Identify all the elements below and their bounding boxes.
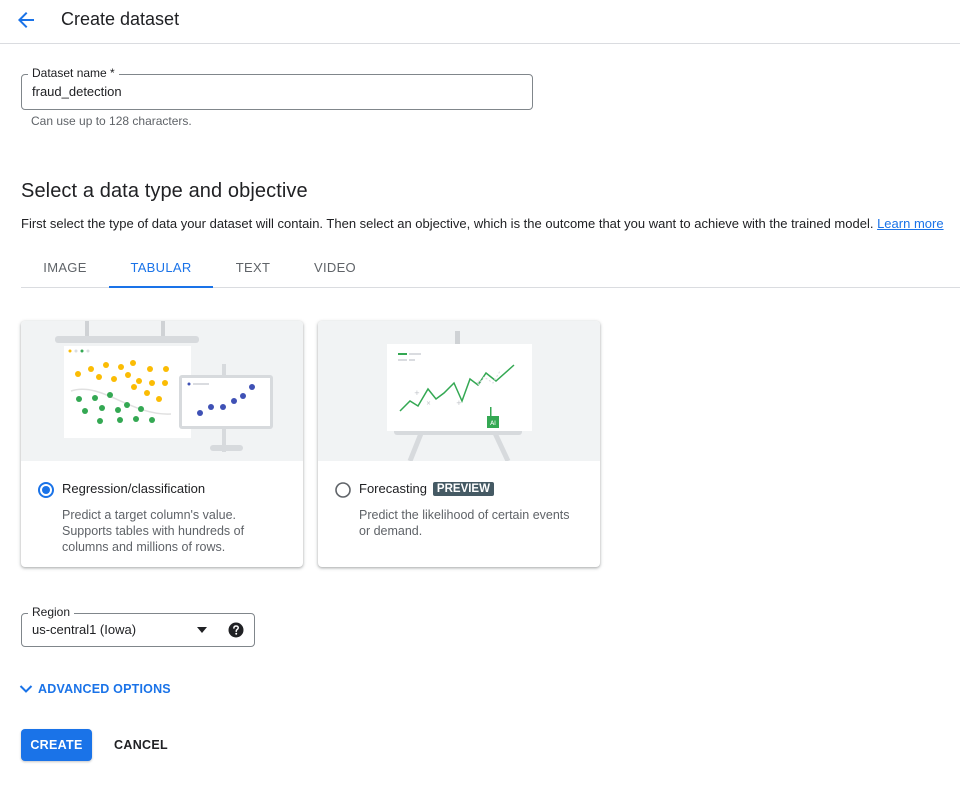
regression-illustration — [21, 321, 303, 461]
chevron-down-icon — [19, 685, 33, 693]
radio-unselected-icon[interactable] — [335, 482, 351, 498]
data-type-tabs: IMAGE TABULAR TEXT VIDEO — [21, 256, 960, 288]
svg-text:AI: AI — [490, 420, 496, 427]
region-label: Region — [28, 605, 75, 619]
tab-tabular[interactable]: TABULAR — [109, 256, 213, 288]
svg-text:+: + — [414, 389, 420, 397]
forecasting-title: Forecasting PREVIEW — [359, 481, 494, 496]
learn-more-link[interactable]: Learn more — [877, 216, 943, 231]
dataset-name-value[interactable]: fraud_detection — [32, 84, 122, 99]
create-button[interactable]: CREATE — [21, 729, 92, 761]
regression-title: Regression/classification — [62, 481, 206, 496]
top-bar: Create dataset — [0, 0, 960, 44]
tab-text[interactable]: TEXT — [213, 256, 293, 287]
radio-selected-icon[interactable] — [38, 482, 54, 498]
page-title: Create dataset — [61, 9, 180, 29]
dataset-name-label: Dataset name * — [28, 66, 119, 80]
tab-video[interactable]: VIDEO — [293, 256, 377, 287]
section-description: First select the type of data your datas… — [21, 216, 944, 231]
forecasting-illustration: + + + × AI — [318, 321, 600, 463]
forecasting-chart-illustration: + + + × AI — [387, 331, 532, 463]
objective-card-regression[interactable]: Regression/classification Predict a targ… — [21, 321, 303, 567]
region-select[interactable]: Region us-central1 (Iowa) — [21, 605, 255, 647]
region-value[interactable]: us-central1 (Iowa) — [32, 622, 136, 637]
arrow-back-icon[interactable] — [14, 8, 38, 32]
dataset-name-field[interactable]: Dataset name * fraud_detection — [21, 66, 533, 110]
arrow-drop-down-icon[interactable] — [195, 625, 209, 635]
cancel-button[interactable]: CANCEL — [108, 729, 174, 761]
objective-card-forecasting[interactable]: + + + × AI Forecasting PREVIEW Predict th… — [318, 321, 600, 567]
regression-description: Predict a target column's value. Support… — [62, 508, 245, 554]
forecasting-description: Predict the likelihood of certain events… — [359, 508, 570, 538]
description-text: First select the type of data your datas… — [21, 216, 874, 231]
tab-image[interactable]: IMAGE — [21, 256, 109, 287]
forecasting-title-text: Forecasting — [359, 481, 427, 496]
dataset-name-hint: Can use up to 128 characters. — [31, 114, 192, 128]
advanced-options-toggle[interactable]: ADVANCED OPTIONS — [18, 679, 171, 699]
regression-chart-illustration — [55, 321, 273, 452]
section-title: Select a data type and objective — [21, 180, 308, 202]
preview-badge: PREVIEW — [432, 482, 494, 496]
advanced-options-label: ADVANCED OPTIONS — [38, 682, 171, 696]
svg-text:×: × — [426, 400, 431, 407]
help-icon[interactable] — [227, 621, 245, 639]
